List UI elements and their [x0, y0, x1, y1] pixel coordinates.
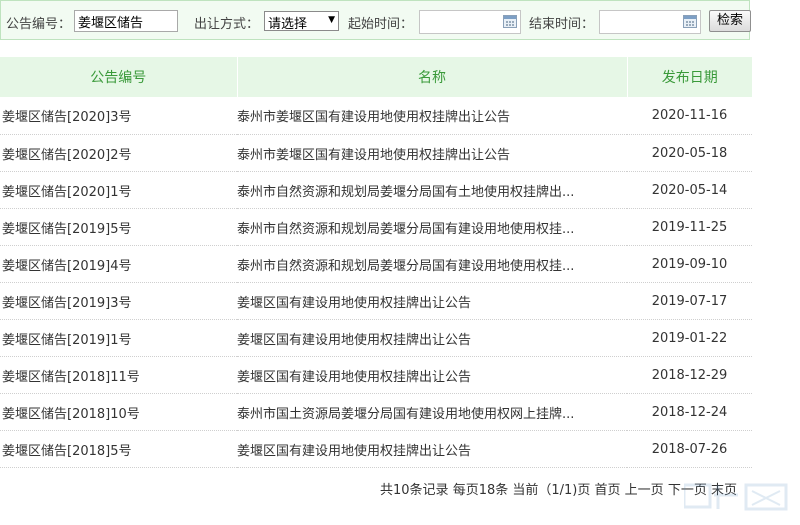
- results-table: 公告编号 名称 发布日期 姜堰区储告[2020]3号 泰州市姜堰区国有建设用地使用…: [0, 57, 752, 468]
- table-row[interactable]: 姜堰区储告[2020]1号 泰州市自然资源和规划局姜堰分局国有土地使用权挂牌出..…: [0, 171, 752, 209]
- table-header-row: 公告编号 名称 发布日期: [0, 57, 752, 97]
- column-header-date: 发布日期: [627, 57, 752, 97]
- pager-prev-link[interactable]: 上一页: [625, 483, 664, 498]
- publish-date-cell: 2018-12-24: [627, 393, 752, 431]
- dropdown-arrow-icon: ▼: [328, 15, 335, 25]
- table-row[interactable]: 姜堰区储告[2018]11号 姜堰区国有建设用地使用权挂牌出让公告 2018-12-…: [0, 356, 752, 394]
- publish-date-cell: 2020-05-18: [627, 134, 752, 172]
- table-row[interactable]: 姜堰区储告[2019]1号 姜堰区国有建设用地使用权挂牌出让公告 2019-01-2…: [0, 319, 752, 357]
- search-button[interactable]: 检索: [709, 10, 751, 32]
- end-time-label: 结束时间：: [529, 17, 595, 32]
- calendar-icon[interactable]: [683, 15, 697, 28]
- notice-no-cell: 姜堰区储告[2018]11号: [0, 356, 237, 394]
- notice-title-link[interactable]: 姜堰区国有建设用地使用权挂牌出让公告: [237, 282, 627, 320]
- notice-title-link[interactable]: 泰州市自然资源和规划局姜堰分局国有土地使用权挂牌出...: [237, 171, 627, 209]
- publish-date-cell: 2019-01-22: [627, 319, 752, 357]
- table-row[interactable]: 姜堰区储告[2019]4号 泰州市自然资源和规划局姜堰分局国有建设用地使用权挂..…: [0, 245, 752, 283]
- notice-no-cell: 姜堰区储告[2019]1号: [0, 319, 237, 357]
- pager-per-page: 每页18条: [452, 483, 509, 498]
- notice-title-link[interactable]: 泰州市自然资源和规划局姜堰分局国有建设用地使用权挂...: [237, 208, 627, 246]
- notice-no-cell: 姜堰区储告[2018]5号: [0, 430, 237, 468]
- start-time-label: 起始时间：: [348, 17, 414, 32]
- notice-title-link[interactable]: 姜堰区国有建设用地使用权挂牌出让公告: [237, 430, 627, 468]
- notice-no-cell: 姜堰区储告[2018]10号: [0, 393, 237, 431]
- publish-date-cell: 2020-11-16: [627, 97, 752, 135]
- publish-date-cell: 2019-11-25: [627, 208, 752, 246]
- notice-no-input[interactable]: [74, 10, 178, 32]
- publish-date-cell: 2018-12-29: [627, 356, 752, 394]
- start-time-input[interactable]: [419, 10, 521, 34]
- table-row[interactable]: 姜堰区储告[2018]10号 泰州市国土资源局姜堰分局国有建设用地使用权网上挂牌.…: [0, 393, 752, 431]
- notice-title-link[interactable]: 泰州市姜堰区国有建设用地使用权挂牌出让公告: [237, 97, 627, 135]
- notice-no-cell: 姜堰区储告[2019]4号: [0, 245, 237, 283]
- notice-no-cell: 姜堰区储告[2019]5号: [0, 208, 237, 246]
- pager-first-link[interactable]: 首页: [595, 483, 621, 498]
- method-select-value: 请选择: [268, 17, 308, 32]
- notice-title-link[interactable]: 泰州市国土资源局姜堰分局国有建设用地使用权网上挂牌...: [237, 393, 627, 431]
- pager-current: 当前（1/1)页: [512, 483, 591, 498]
- notice-title-link[interactable]: 姜堰区国有建设用地使用权挂牌出让公告: [237, 356, 627, 394]
- notice-no-label: 公告编号：: [6, 17, 72, 32]
- notice-no-cell: 姜堰区储告[2020]2号: [0, 134, 237, 172]
- watermark-logo: [684, 483, 788, 511]
- publish-date-cell: 2019-09-10: [627, 245, 752, 283]
- notice-no-cell: 姜堰区储告[2019]3号: [0, 282, 237, 320]
- notice-title-link[interactable]: 泰州市自然资源和规划局姜堰分局国有建设用地使用权挂...: [237, 245, 627, 283]
- notice-title-link[interactable]: 泰州市姜堰区国有建设用地使用权挂牌出让公告: [237, 134, 627, 172]
- notice-title-link[interactable]: 姜堰区国有建设用地使用权挂牌出让公告: [237, 319, 627, 357]
- method-select[interactable]: 请选择 ▼: [264, 11, 339, 32]
- table-row[interactable]: 姜堰区储告[2019]3号 姜堰区国有建设用地使用权挂牌出让公告 2019-07-1…: [0, 282, 752, 320]
- column-header-name: 名称: [237, 57, 628, 97]
- pager-total: 共10条记录: [380, 483, 449, 498]
- table-row[interactable]: 姜堰区储告[2019]5号 泰州市自然资源和规划局姜堰分局国有建设用地使用权挂..…: [0, 208, 752, 246]
- publish-date-cell: 2020-05-14: [627, 171, 752, 209]
- method-label: 出让方式：: [194, 17, 260, 32]
- publish-date-cell: 2019-07-17: [627, 282, 752, 320]
- table-row[interactable]: 姜堰区储告[2020]3号 泰州市姜堰区国有建设用地使用权挂牌出让公告 2020-1…: [0, 97, 752, 135]
- end-time-input[interactable]: [599, 10, 701, 34]
- publish-date-cell: 2018-07-26: [627, 430, 752, 468]
- notice-no-cell: 姜堰区储告[2020]3号: [0, 97, 237, 135]
- column-header-notice-no: 公告编号: [0, 57, 238, 97]
- table-row[interactable]: 姜堰区储告[2020]2号 泰州市姜堰区国有建设用地使用权挂牌出让公告 2020-0…: [0, 134, 752, 172]
- notice-no-cell: 姜堰区储告[2020]1号: [0, 171, 237, 209]
- table-row[interactable]: 姜堰区储告[2018]5号 姜堰区国有建设用地使用权挂牌出让公告 2018-07-2…: [0, 430, 752, 468]
- search-bar: 公告编号： 出让方式： 请选择 ▼ 起始时间： 结束时间： 检索: [0, 0, 751, 40]
- calendar-icon[interactable]: [503, 15, 517, 28]
